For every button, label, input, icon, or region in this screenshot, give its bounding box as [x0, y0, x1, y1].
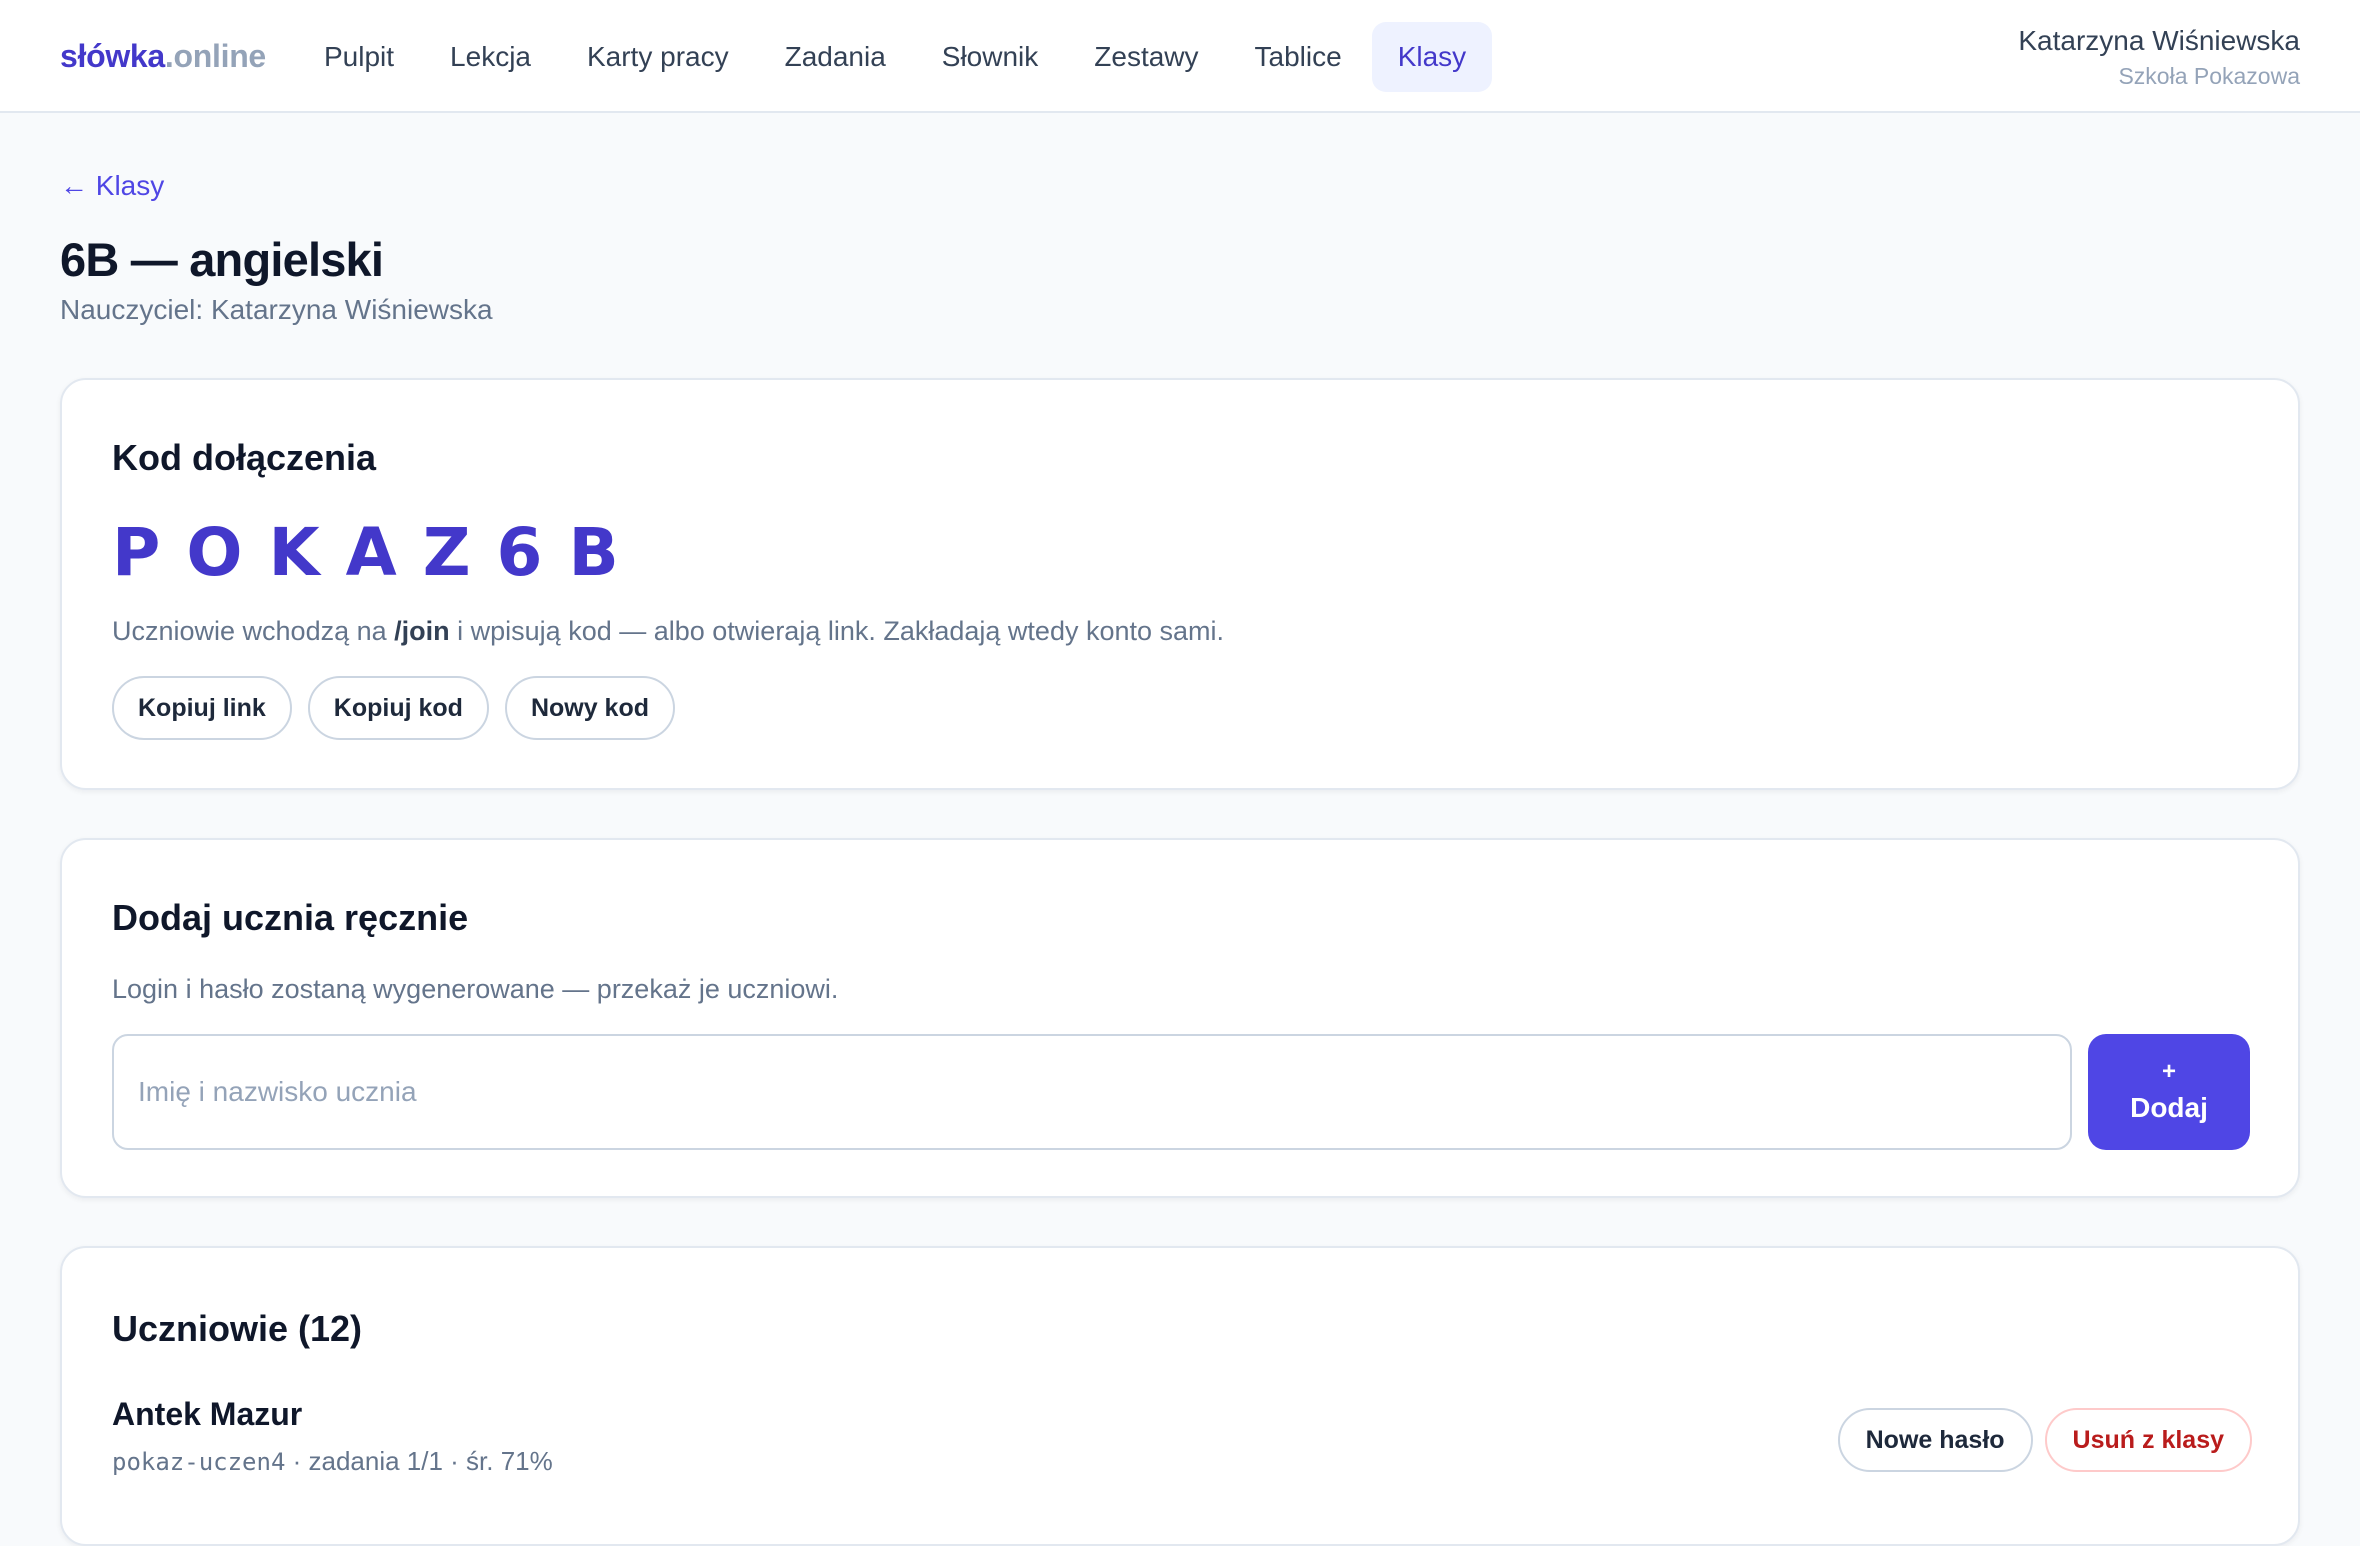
join-code-title: Kod dołączenia	[112, 437, 377, 478]
nav-item-lekcja[interactable]: Lekcja	[424, 22, 557, 92]
join-instructions: Uczniowie wchodzą na /join i wpisują kod…	[112, 616, 1224, 647]
join-instructions-text-1: Uczniowie wchodzą na	[112, 616, 395, 646]
student-stats: · zadania 1/1 · śr. 71%	[285, 1446, 553, 1476]
join-actions: Kopiuj link Kopiuj kod Nowy kod	[112, 676, 691, 740]
add-student-desc: Login i hasło zostaną wygenerowane — prz…	[112, 974, 839, 1004]
nav-item-klasy[interactable]: Klasy	[1371, 22, 1493, 92]
brand-logo[interactable]: słówka.online	[60, 38, 266, 75]
main-nav: Pulpit Lekcja Karty pracy Zadania Słowni…	[298, 22, 1496, 92]
copy-link-button[interactable]: Kopiuj link	[112, 676, 292, 740]
brand-name: słówka	[60, 38, 165, 74]
student-login: pokaz-uczen4	[112, 1448, 286, 1476]
plus-icon: +	[2161, 1058, 2176, 1085]
student-name-input[interactable]	[112, 1034, 2072, 1150]
nav-item-slownik[interactable]: Słownik	[916, 22, 1064, 92]
page-title: 6B — angielski	[60, 233, 384, 286]
user-name: Katarzyna Wiśniewska	[2018, 25, 2300, 56]
students-card: Uczniowie (12) Antek Mazur pokaz-uczen4 …	[60, 1246, 2300, 1546]
new-code-button[interactable]: Nowy kod	[504, 676, 676, 740]
remove-from-class-button[interactable]: Usuń z klasy	[2044, 1408, 2252, 1472]
add-student-title: Dodaj ucznia ręcznie	[112, 897, 469, 938]
student-row: Antek Mazur pokaz-uczen4 · zadania 1/1 ·…	[112, 1396, 2252, 1486]
student-name: Antek Mazur	[112, 1396, 303, 1432]
user-menu[interactable]: Katarzyna Wiśniewska Szkoła Pokazowa	[2018, 22, 2300, 92]
brand-domain: .online	[164, 38, 266, 74]
join-path: /join	[394, 616, 450, 646]
user-school: Szkoła Pokazowa	[2118, 63, 2300, 89]
nav-item-tablice[interactable]: Tablice	[1229, 22, 1368, 92]
nav-item-pulpit[interactable]: Pulpit	[298, 22, 420, 92]
add-student-button[interactable]: + Dodaj	[2088, 1034, 2250, 1150]
add-student-label: Dodaj	[2130, 1092, 2208, 1123]
nav-item-zestawy[interactable]: Zestawy	[1068, 22, 1224, 92]
top-navbar: słówka.online Pulpit Lekcja Karty pracy …	[0, 0, 2360, 113]
join-code-card: Kod dołączenia POKAZ6B Uczniowie wchodzą…	[60, 378, 2300, 790]
join-code-value: POKAZ6B	[112, 514, 645, 591]
students-title: Uczniowie (12)	[112, 1308, 363, 1349]
join-instructions-text-2: i wpisują kod — albo otwierają link. Zak…	[449, 616, 1225, 646]
back-to-classes-link[interactable]: ← Klasy	[60, 170, 164, 202]
copy-code-button[interactable]: Kopiuj kod	[307, 676, 489, 740]
nav-item-karty-pracy[interactable]: Karty pracy	[561, 22, 755, 92]
page-subtitle: Nauczyciel: Katarzyna Wiśniewska	[60, 294, 493, 325]
student-meta: pokaz-uczen4 · zadania 1/1 · śr. 71%	[112, 1446, 553, 1477]
reset-password-button[interactable]: Nowe hasło	[1837, 1408, 2033, 1472]
nav-item-zadania[interactable]: Zadania	[759, 22, 912, 92]
student-actions: Nowe hasło Usuń z klasy	[1837, 1408, 2252, 1472]
add-student-card: Dodaj ucznia ręcznie Login i hasło zosta…	[60, 838, 2300, 1198]
